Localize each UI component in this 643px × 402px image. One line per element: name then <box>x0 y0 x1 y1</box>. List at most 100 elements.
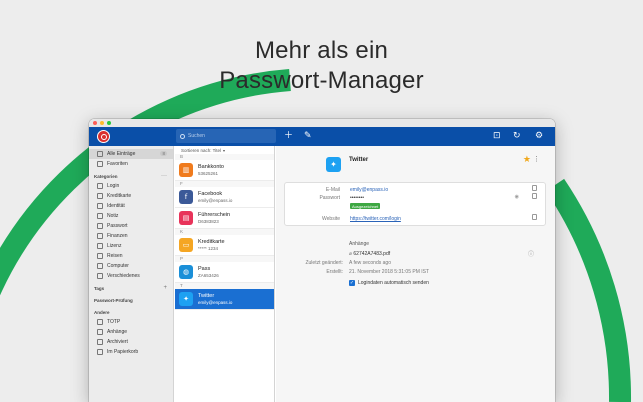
sidebar: Alle Einträge 8 Favoriten Kategorien ···… <box>89 146 174 402</box>
tags-title: Tags <box>94 285 105 291</box>
toolbar: Suchen ＋ ✎ ⊡ ↻ ⚙ <box>89 127 555 146</box>
list-item-title: Pass <box>198 265 211 272</box>
paperclip-icon <box>97 329 103 335</box>
list-item-subtitle: D6383823 <box>198 218 219 224</box>
star-icon <box>97 161 103 167</box>
title-bar <box>89 119 555 127</box>
sidebar-item-label: Favoriten <box>107 161 128 167</box>
chevron-down-icon: ▾ <box>223 147 226 153</box>
sidebar-item-label: Login <box>107 183 120 189</box>
list-item-subtitle: emily@enpass.io <box>198 299 233 305</box>
modified-value: A few seconds ago <box>349 260 391 266</box>
categories-heading: Kategorien ··· <box>89 171 173 181</box>
sidebar-item-favorites[interactable]: Favoriten <box>89 159 173 169</box>
list-item-bankkonto[interactable]: ▥ Bankkonto 53625261 <box>175 160 274 181</box>
sidebar-item-archived[interactable]: Archiviert <box>89 337 173 347</box>
sidebar-item-creditcard[interactable]: Kreditkarte <box>89 191 173 201</box>
search-placeholder: Suchen <box>188 133 205 139</box>
app-window: Suchen ＋ ✎ ⊡ ↻ ⚙ Alle Einträge 8 Favorit… <box>89 119 555 402</box>
sidebar-item-travel[interactable]: Reisen <box>89 251 173 261</box>
copy-icon[interactable] <box>532 214 537 220</box>
sidebar-item-computer[interactable]: Computer <box>89 261 173 271</box>
list-item-title: Facebook <box>198 190 223 197</box>
sidebar-item-all-entries[interactable]: Alle Einträge 8 <box>89 149 173 159</box>
hero-heading: Mehr als ein Passwort-Manager <box>0 36 643 96</box>
sidebar-item-trash[interactable]: Im Papierkorb <box>89 347 173 357</box>
more-options-icon[interactable]: ⋮ <box>533 155 540 163</box>
sidebar-item-note[interactable]: Notiz <box>89 211 173 221</box>
sidebar-item-totp[interactable]: TOTP <box>89 317 173 327</box>
archive-icon <box>97 339 103 345</box>
field-value[interactable]: https://twitter.com/login <box>350 216 401 222</box>
list-item-subtitle: 53625261 <box>198 170 219 176</box>
sidebar-item-label: Reisen <box>107 253 123 259</box>
minimize-window-button[interactable] <box>100 121 104 125</box>
passport-icon: ◍ <box>179 265 193 279</box>
sort-selector[interactable]: Sortieren nach: Titel ▾ <box>175 146 274 154</box>
other-heading: Andere <box>89 307 173 317</box>
sidebar-item-misc[interactable]: Verschiedenes <box>89 271 173 281</box>
sort-label: Sortieren nach: Titel <box>181 147 222 153</box>
field-value[interactable]: •••••••• <box>350 195 364 201</box>
sync-icon[interactable]: ↻ <box>513 130 521 143</box>
search-icon <box>180 133 185 139</box>
hero-line-2: Passwort-Manager <box>219 67 424 94</box>
info-icon[interactable]: ⓘ <box>528 249 534 258</box>
sidebar-item-label: Identität <box>107 203 125 209</box>
other-title: Andere <box>94 309 110 315</box>
sidebar-item-attachments[interactable]: Anhänge <box>89 327 173 337</box>
close-window-button[interactable] <box>93 121 97 125</box>
eye-icon[interactable]: ◉ <box>515 194 519 200</box>
field-password: Passwort •••••••• Ausgezeichnet ◉ <box>285 191 545 211</box>
password-strength-badge: Ausgezeichnet <box>350 203 381 209</box>
credit-card-icon: ▭ <box>179 238 193 252</box>
list-item-fuehrerschein[interactable]: ▤ Führerschein D6383823 <box>175 208 274 229</box>
autosubmit-checkbox[interactable]: ✓ Logindaten automatisch senden <box>349 280 429 286</box>
sidebar-item-label: Passwort <box>107 223 128 229</box>
search-input[interactable]: Suchen <box>176 129 276 143</box>
list-item-pass[interactable]: ◍ Pass ZA653426 <box>175 262 274 283</box>
bank-icon <box>97 233 103 239</box>
sidebar-item-label: Kreditkarte <box>107 193 132 199</box>
more-icon[interactable]: ··· <box>161 173 167 179</box>
facebook-icon: f <box>179 190 193 204</box>
add-icon[interactable]: ＋ <box>284 130 293 143</box>
note-icon <box>97 213 103 219</box>
list-icon <box>97 151 103 157</box>
bank-icon: ▥ <box>179 163 193 177</box>
hero-line-1: Mehr als ein <box>254 37 389 64</box>
edit-icon[interactable]: ✎ <box>304 130 312 143</box>
attachment-item[interactable]: ⌀ 62742A7483.pdf <box>349 251 390 257</box>
autosubmit-label: Logindaten automatisch senden <box>358 280 429 286</box>
field-label: Website <box>322 216 340 222</box>
settings-icon[interactable]: ⚙ <box>535 130 543 143</box>
sidebar-item-login[interactable]: Login <box>89 181 173 191</box>
field-label: Passwort <box>319 195 340 201</box>
password-audit-heading[interactable]: Passwort-Prüfung <box>89 295 173 305</box>
list-item-facebook[interactable]: f Facebook emily@enpass.io <box>175 187 274 208</box>
zoom-window-button[interactable] <box>107 121 111 125</box>
trash-icon <box>97 349 103 355</box>
clock-icon <box>97 319 103 325</box>
sidebar-item-identity[interactable]: Identität <box>89 201 173 211</box>
list-item-title: Twitter <box>198 292 215 299</box>
sidebar-item-label: Computer <box>107 263 129 269</box>
sidebar-item-label: Verschiedenes <box>107 273 140 279</box>
twitter-icon: ✦ <box>179 292 193 306</box>
sidebar-item-label: Notiz <box>107 213 119 219</box>
travel-icon <box>97 253 103 259</box>
sidebar-item-license[interactable]: Lizenz <box>89 241 173 251</box>
sidebar-item-password[interactable]: Passwort <box>89 221 173 231</box>
sidebar-item-finance[interactable]: Finanzen <box>89 231 173 241</box>
add-tag-icon[interactable]: + <box>163 285 167 291</box>
attachment-name: 62742A7483.pdf <box>353 251 391 257</box>
list-item-subtitle: emily@enpass.io <box>198 197 233 203</box>
sidebar-item-label: Archiviert <box>107 339 128 345</box>
lock-icon[interactable]: ⊡ <box>493 130 501 143</box>
list-item-kreditkarte[interactable]: ▭ Kreditkarte ***** 1234 <box>175 235 274 256</box>
list-item-twitter[interactable]: ✦ Twitter emily@enpass.io <box>175 289 274 310</box>
favorite-star-icon[interactable]: ★ <box>523 155 531 165</box>
copy-icon[interactable] <box>532 193 537 199</box>
sidebar-item-label: Lizenz <box>107 243 122 249</box>
password-audit-title: Passwort-Prüfung <box>94 297 133 303</box>
